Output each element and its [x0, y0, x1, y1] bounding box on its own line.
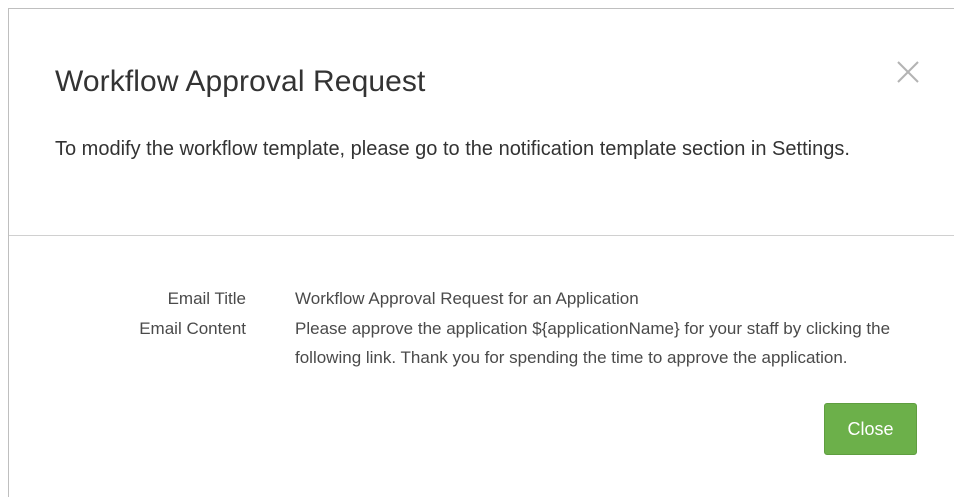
email-content-value: Please approve the application ${applica…	[295, 319, 891, 367]
close-x-icon	[897, 61, 919, 83]
email-content-label: Email Content	[139, 319, 246, 338]
email-title-value: Workflow Approval Request for an Applica…	[295, 289, 639, 308]
header-divider	[9, 235, 954, 236]
dialog-title: Workflow Approval Request	[55, 65, 426, 98]
close-button[interactable]: Close	[824, 403, 917, 455]
workflow-approval-dialog: Workflow Approval Request To modify the …	[8, 8, 954, 497]
dialog-description: To modify the workflow template, please …	[55, 138, 850, 160]
email-title-label: Email Title	[167, 289, 246, 308]
close-dialog-button[interactable]	[893, 57, 923, 87]
